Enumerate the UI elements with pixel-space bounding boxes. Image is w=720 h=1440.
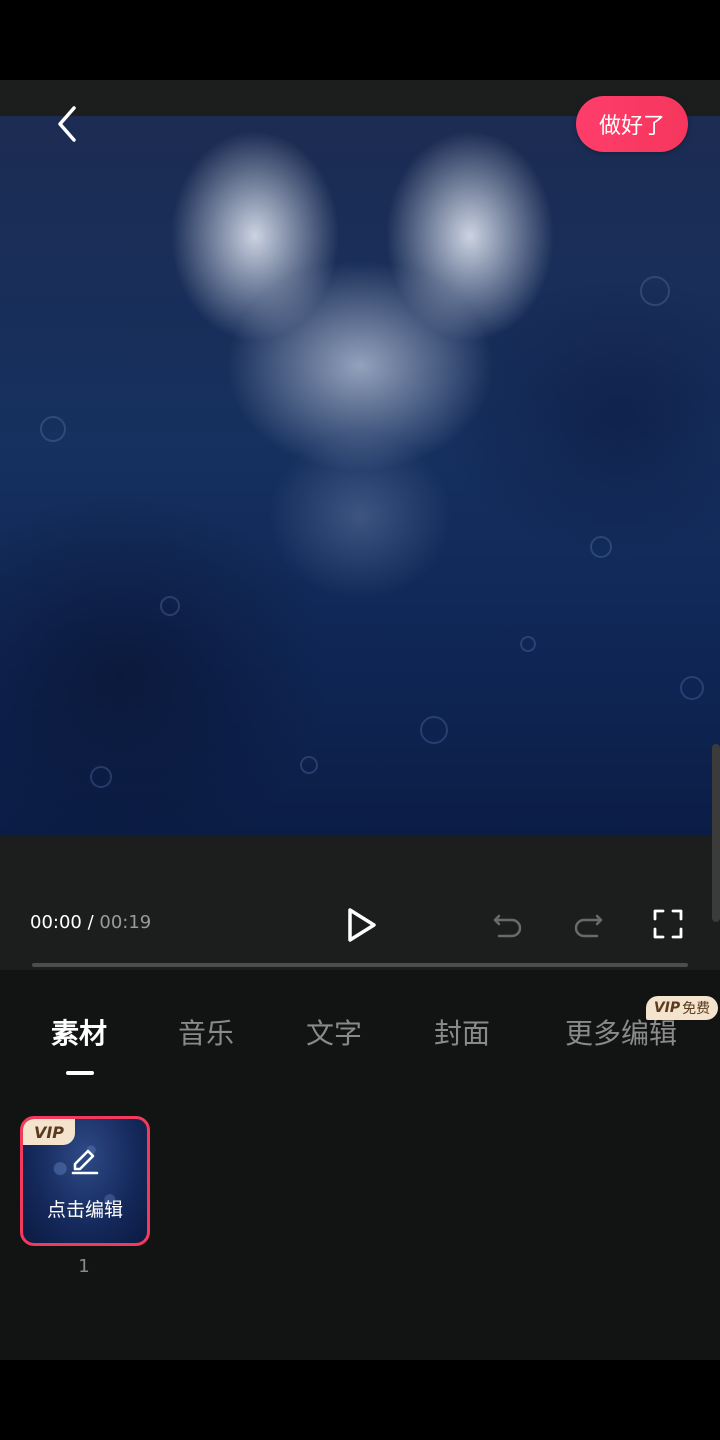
tab-material[interactable]: 素材: [51, 1012, 107, 1052]
clip-index: 1: [78, 1256, 90, 1277]
vip-badge: VIP: [23, 1119, 75, 1145]
done-button[interactable]: 做好了: [576, 96, 688, 152]
scroll-handle[interactable]: [712, 744, 720, 922]
tab-text[interactable]: 文字: [306, 1012, 362, 1052]
undo-button[interactable]: [490, 906, 526, 942]
clip-edit-label: 点击编辑: [46, 1199, 123, 1221]
back-button[interactable]: [44, 100, 92, 148]
clip-thumbnail[interactable]: VIP 点击编辑: [20, 1116, 150, 1246]
vip-free-badge-vip: VIP: [653, 1000, 681, 1016]
vip-free-badge: VIP 免费: [646, 996, 718, 1020]
vip-free-badge-text: 免费: [682, 1001, 711, 1017]
video-preview[interactable]: [0, 116, 720, 836]
undo-icon: [493, 914, 522, 938]
system-nav-bar: [0, 1360, 720, 1440]
tab-music[interactable]: 音乐: [178, 1012, 234, 1052]
active-tab-indicator: [66, 1071, 94, 1075]
player-controls: [0, 836, 720, 970]
edit-pencil-icon: [71, 1149, 99, 1175]
status-bar: [0, 0, 720, 80]
chevron-left-icon: [58, 106, 76, 142]
fullscreen-button[interactable]: [650, 906, 686, 942]
playback-progress-bar[interactable]: [32, 963, 688, 967]
redo-button[interactable]: [570, 906, 606, 942]
play-icon: [348, 908, 376, 942]
current-time: 00:00: [30, 912, 82, 933]
time-display: 00:00 / 00:19: [30, 912, 151, 933]
total-time: 00:19: [99, 912, 152, 933]
time-separator: /: [81, 912, 100, 933]
tab-cover[interactable]: 封面: [434, 1012, 490, 1052]
redo-icon: [574, 914, 603, 938]
fullscreen-icon: [653, 909, 683, 939]
play-button[interactable]: [340, 904, 382, 946]
